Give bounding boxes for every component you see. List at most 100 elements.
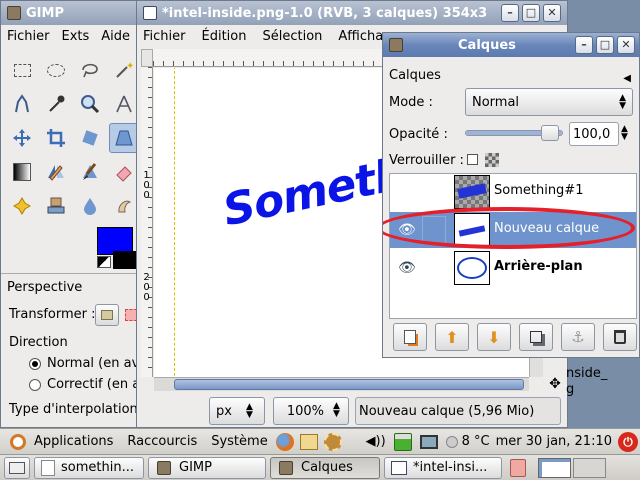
paths-icon[interactable] — [7, 89, 37, 119]
pencil-icon[interactable] — [41, 157, 71, 187]
eraser-icon[interactable] — [109, 157, 139, 187]
show-desktop-button[interactable] — [4, 456, 30, 479]
paintbrush-icon[interactable] — [75, 157, 105, 187]
network-icon[interactable] — [419, 434, 438, 449]
weather-icon — [445, 435, 458, 448]
clone-icon[interactable] — [41, 191, 71, 221]
opacity-slider-thumb[interactable] — [541, 125, 559, 141]
intel-logo-icon — [457, 257, 487, 279]
lock-pixels-checkbox[interactable] — [467, 154, 478, 165]
maximize-icon[interactable]: □ — [522, 4, 540, 22]
perspective-tool-icon[interactable] — [109, 123, 139, 153]
opacity-value: 100,0 — [573, 126, 611, 142]
menu-fichier[interactable]: Fichier — [7, 29, 50, 44]
taskbar-item[interactable]: *intel-insi... — [384, 456, 502, 479]
layers-subtitle: Calques — [389, 68, 441, 83]
image-thumb-icon — [143, 6, 157, 20]
highlight-ellipse — [383, 207, 635, 249]
menu-edition[interactable]: Édition — [202, 29, 247, 44]
ellipse-select-icon[interactable] — [41, 55, 71, 85]
swap-colors-icon[interactable] — [97, 256, 111, 268]
lasso-icon[interactable] — [75, 55, 105, 85]
menu-aide[interactable]: Aide — [101, 29, 130, 44]
measure-icon[interactable] — [109, 89, 139, 119]
firefox-icon[interactable] — [275, 432, 294, 451]
menu-applications[interactable]: Applications — [34, 434, 113, 449]
magnify-icon[interactable] — [75, 89, 105, 119]
toolbox-window: GIMP Fichier Exts Aide ✦ Perspective Tra… — [0, 0, 142, 428]
rotate-icon[interactable] — [75, 123, 105, 153]
anchor-layer-button[interactable]: ⚓ — [561, 323, 595, 351]
tab-menu-icon[interactable]: ◀ — [623, 73, 631, 84]
trash-applet-icon[interactable] — [510, 458, 526, 477]
layer-thumbnail — [454, 251, 490, 285]
maximize-icon[interactable]: □ — [596, 36, 614, 54]
status-text: Nouveau calque (5,96 Mio) — [359, 403, 535, 419]
zoom-arrows-icon[interactable]: ▲ ▼ — [333, 402, 340, 419]
close-icon[interactable]: ✕ — [617, 36, 635, 54]
navigate-icon[interactable]: ✥ — [547, 377, 563, 391]
layer-row[interactable]: 👁 Arrière-plan — [390, 250, 636, 286]
taskbar-item[interactable]: Calques — [270, 456, 380, 479]
menu-selection[interactable]: Sélection — [262, 29, 322, 44]
menu-raccourcis[interactable]: Raccourcis — [127, 434, 197, 449]
direction-corrective-radio[interactable] — [29, 379, 41, 391]
move-icon[interactable] — [7, 123, 37, 153]
ruler-corner[interactable] — [141, 49, 153, 67]
transform-layer-button[interactable] — [95, 304, 119, 326]
power-icon[interactable]: ⏻ — [618, 431, 638, 452]
battery-icon[interactable] — [393, 432, 412, 451]
eye-icon[interactable]: 👁 — [398, 260, 416, 276]
magic-wand-icon[interactable]: ✦ — [109, 55, 139, 85]
arrow-down-icon: ⬇ — [487, 327, 501, 347]
smudge-icon[interactable] — [109, 191, 139, 221]
layer-row[interactable]: Something#1 — [390, 174, 636, 210]
color-picker-icon[interactable] — [41, 89, 71, 119]
gimp-logo-icon — [389, 38, 403, 52]
new-layer-button[interactable] — [393, 323, 427, 351]
horizontal-scrollbar[interactable] — [154, 377, 529, 391]
minimize-icon[interactable]: – — [575, 36, 593, 54]
spin-arrows-icon: ▲ ▼ — [245, 402, 253, 420]
mode-select[interactable]: Normal ▲ ▼ — [465, 88, 633, 116]
menu-systeme[interactable]: Système — [211, 434, 267, 449]
opacity-spin-icon[interactable]: ▲ ▼ — [621, 125, 628, 142]
blend-icon[interactable] — [7, 157, 37, 187]
layers-dialog: Calques – □ ✕ Calques ◀ Mode : Normal ▲ ▼… — [382, 32, 640, 358]
clock[interactable]: mer 30 jan, 21:10 — [496, 434, 612, 449]
lock-alpha-icon[interactable] — [485, 153, 499, 167]
workspace-2[interactable] — [573, 457, 606, 478]
arrow-up-icon: ⬆ — [445, 327, 459, 347]
help-icon[interactable] — [323, 432, 342, 451]
toolbox-titlebar[interactable]: GIMP — [1, 1, 141, 25]
delete-layer-button[interactable] — [603, 323, 637, 351]
ubuntu-logo-icon[interactable] — [10, 433, 26, 450]
mail-icon[interactable] — [299, 433, 318, 450]
lower-layer-button[interactable]: ⬇ — [477, 323, 511, 351]
volume-icon[interactable]: ◀)) — [366, 434, 386, 449]
rect-select-icon[interactable] — [7, 55, 37, 85]
workspace-1[interactable] — [538, 457, 571, 478]
trash-icon — [614, 330, 626, 344]
minimize-icon[interactable]: – — [501, 4, 519, 22]
menu-exts[interactable]: Exts — [62, 29, 90, 44]
direction-normal-radio[interactable] — [29, 358, 41, 370]
taskbar-item[interactable]: somethin... — [34, 456, 144, 479]
workspace-switcher[interactable] — [538, 457, 606, 478]
taskbar-item[interactable]: GIMP — [148, 456, 266, 479]
crop-icon[interactable] — [41, 123, 71, 153]
blur-icon[interactable] — [75, 191, 105, 221]
new-layer-icon — [404, 330, 416, 344]
duplicate-layer-button[interactable] — [519, 323, 553, 351]
close-icon[interactable]: ✕ — [543, 4, 561, 22]
desktop-icon — [9, 461, 25, 474]
menu-fichier[interactable]: Fichier — [143, 29, 186, 44]
scrollbar-thumb[interactable] — [174, 379, 524, 390]
direction-label: Direction — [9, 335, 68, 350]
taskbar: somethin... GIMP Calques *intel-insi... — [0, 454, 640, 480]
unit-select[interactable]: px ▲ ▼ — [209, 397, 265, 425]
svg-text:✦: ✦ — [126, 61, 134, 72]
heal-icon[interactable] — [7, 191, 37, 221]
raise-layer-button[interactable]: ⬆ — [435, 323, 469, 351]
opacity-input[interactable]: 100,0 — [569, 122, 619, 146]
